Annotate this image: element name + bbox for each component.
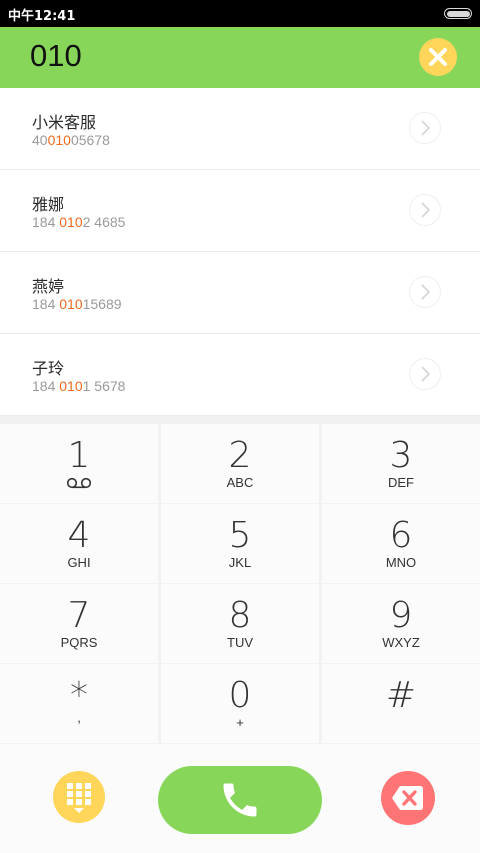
key-digit: 0 <box>228 675 252 716</box>
key-2[interactable]: 2 ABC <box>161 424 319 503</box>
contact-name: 小米客服 <box>32 113 97 132</box>
match-highlight: 010 <box>59 214 83 230</box>
contact-name: 雅娜 <box>32 195 65 214</box>
key-letters: JKL <box>228 555 252 570</box>
key-hash[interactable]: # <box>322 664 480 743</box>
chevron-right-icon <box>421 284 431 300</box>
dialer-header: 010 <box>0 27 480 88</box>
section-divider <box>0 416 480 424</box>
key-letters: ABC <box>226 475 254 490</box>
key-1[interactable]: 1 <box>0 424 158 503</box>
key-digit: 4 <box>67 515 91 556</box>
key-digit: 3 <box>389 435 413 476</box>
status-time: 中午12:41 <box>8 9 76 24</box>
key-4[interactable]: 4 GHI <box>0 504 158 583</box>
key-7[interactable]: 7 PQRS <box>0 584 158 663</box>
clear-button[interactable] <box>419 38 457 76</box>
key-0[interactable]: 0 + <box>161 664 319 743</box>
key-letters: MNO <box>385 555 417 570</box>
key-letters: + <box>236 715 244 730</box>
delete-button[interactable] <box>381 771 435 825</box>
key-digit: # <box>385 675 417 716</box>
key-5[interactable]: 5 JKL <box>161 504 319 583</box>
key-6[interactable]: 6 MNO <box>322 504 480 583</box>
close-icon <box>429 48 447 66</box>
dialpad-toggle-button[interactable] <box>53 771 105 823</box>
key-3[interactable]: 3 DEF <box>322 424 480 503</box>
chevron-right-icon <box>421 366 431 382</box>
match-highlight: 010 <box>47 132 71 148</box>
key-letters: WXYZ <box>382 635 420 650</box>
backspace-icon <box>392 786 423 810</box>
key-digit: 9 <box>389 595 413 636</box>
key-digit: 8 <box>228 595 252 636</box>
dialpad-icon <box>67 783 91 813</box>
key-letters: GHI <box>67 555 91 570</box>
contact-results: 小米客服 4001005678 雅娜 184 0102 4685 燕婷 184 … <box>0 88 480 416</box>
key-letters: , <box>77 710 81 725</box>
key-digit: 1 <box>67 435 91 476</box>
key-digit: 7 <box>67 595 91 636</box>
contact-number: 184 0102 4685 <box>32 214 126 230</box>
contact-detail-button[interactable] <box>409 358 441 390</box>
key-8[interactable]: 8 TUV <box>161 584 319 663</box>
key-star[interactable]: * , <box>0 664 158 743</box>
contact-name: 燕婷 <box>32 277 65 296</box>
match-highlight: 010 <box>59 296 83 312</box>
contact-row[interactable]: 小米客服 4001005678 <box>0 88 480 170</box>
battery-icon <box>444 8 472 19</box>
contact-detail-button[interactable] <box>409 112 441 144</box>
status-bar: 中午12:41 <box>0 0 480 27</box>
voicemail-icon <box>66 477 92 489</box>
action-bar <box>0 744 480 853</box>
key-letters: DEF <box>388 475 414 490</box>
phone-icon <box>223 783 257 817</box>
key-letters: PQRS <box>60 635 98 650</box>
contact-name: 子玲 <box>32 359 65 378</box>
key-letters: TUV <box>227 635 253 650</box>
contact-number: 184 0101 5678 <box>32 378 126 394</box>
key-9[interactable]: 9 WXYZ <box>322 584 480 663</box>
contact-row[interactable]: 雅娜 184 0102 4685 <box>0 170 480 252</box>
chevron-right-icon <box>421 120 431 136</box>
call-button[interactable] <box>158 766 322 834</box>
contact-detail-button[interactable] <box>409 276 441 308</box>
contact-number: 4001005678 <box>32 132 110 148</box>
key-digit: 6 <box>389 515 413 556</box>
contact-detail-button[interactable] <box>409 194 441 226</box>
contact-row[interactable]: 燕婷 184 01015689 <box>0 252 480 334</box>
dialed-number: 010 <box>30 38 82 73</box>
dial-keypad: 1 2 ABC 3 DEF 4 GHI 5 JKL 6 MNO 7 PQRS 8… <box>0 424 480 744</box>
contact-number: 184 01015689 <box>32 296 122 312</box>
contact-row[interactable]: 子玲 184 0101 5678 <box>0 334 480 416</box>
key-digit: 2 <box>228 435 252 476</box>
match-highlight: 010 <box>59 378 83 394</box>
chevron-right-icon <box>421 202 431 218</box>
key-digit: 5 <box>228 515 252 556</box>
